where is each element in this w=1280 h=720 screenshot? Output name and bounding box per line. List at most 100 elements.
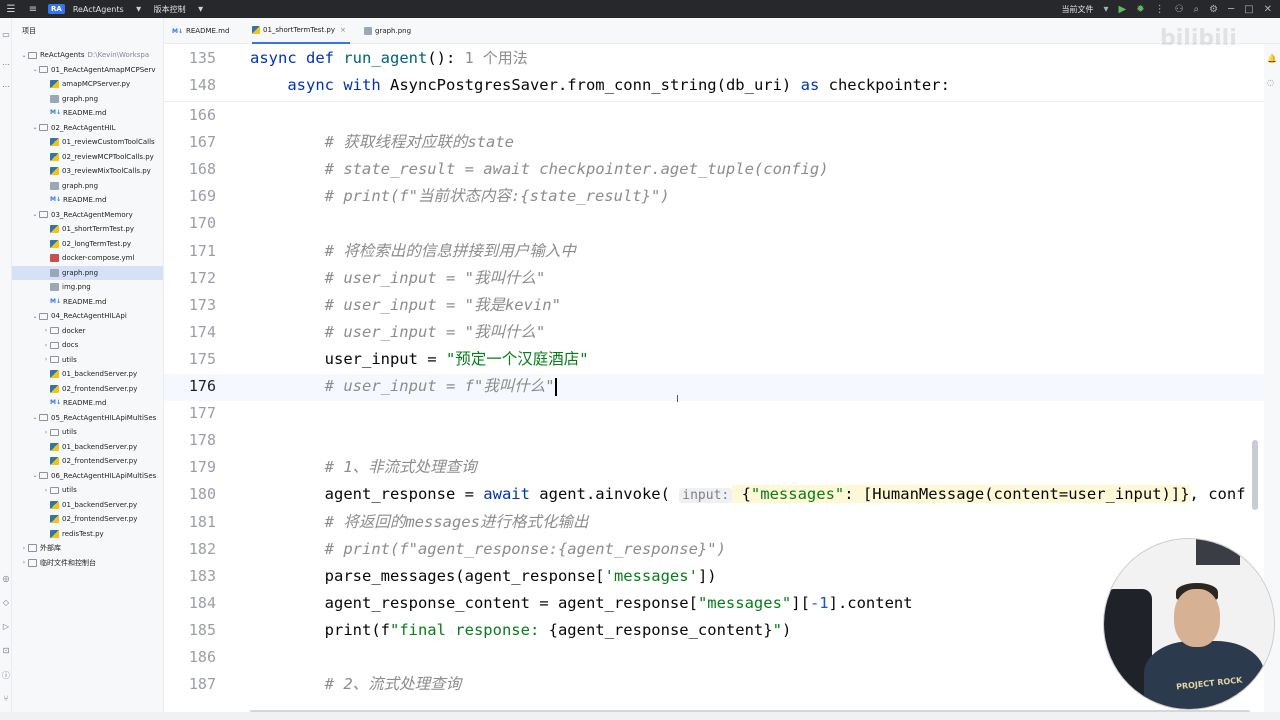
tree-item[interactable]: ⌄ 06_ReActAgentHILApiMultiSes (12, 469, 163, 483)
tree-item[interactable]: › utils (12, 483, 163, 497)
chevron-right-icon[interactable]: › (42, 342, 50, 349)
chevron-right-icon[interactable]: › (20, 559, 28, 566)
main-menu-icon[interactable]: ≡ (26, 3, 40, 15)
tree-item[interactable]: › 临时文件和控制台 (12, 556, 163, 570)
ai-assistant-icon[interactable]: ◌ (1267, 78, 1274, 87)
collab-icon[interactable]: ⚇ (1175, 4, 1184, 15)
tree-item[interactable]: graph.png (12, 92, 163, 106)
tree-item[interactable]: 01_backendServer.py (12, 498, 163, 512)
tree-item[interactable]: 03_reviewMixToolCalls.py (12, 164, 163, 178)
code-line[interactable]: user_input = "预定一个汉庭酒店" (250, 346, 589, 373)
vertical-scrollbar[interactable] (1252, 440, 1258, 510)
tree-item[interactable]: 02_reviewMCPToolCalls.py (12, 150, 163, 164)
code-line[interactable]: # 1、非流式处理查询 (250, 454, 477, 481)
debug-icon[interactable]: ✹ (1136, 4, 1144, 15)
chevron-right-icon[interactable]: › (42, 487, 50, 494)
sticky-code-line[interactable]: async def run_agent(): 1 个用法 (250, 45, 528, 72)
tree-item[interactable]: docker-compose.yml (12, 251, 163, 265)
code-line[interactable]: # user_input = "我叫什么" (250, 319, 546, 346)
tree-item[interactable]: 01_backendServer.py (12, 440, 163, 454)
tree-item[interactable]: 02_frontendServer.py (12, 512, 163, 526)
code-line[interactable]: # user_input = "我叫什么" (250, 265, 546, 292)
code-line[interactable]: # 将检索出的信息拼接到用户输入中 (250, 238, 576, 265)
code-line[interactable]: # 获取线程对应联的state (250, 129, 514, 156)
chevron-down-icon[interactable]: ⌄ (31, 414, 39, 421)
structure-tool-icon[interactable]: ⋯ (1, 60, 11, 70)
tree-item[interactable]: › utils (12, 353, 163, 367)
code-editor[interactable]: 166 167 # 获取线程对应联的state 168 # state_result… (164, 44, 1264, 712)
code-line[interactable]: parse_messages(agent_response['messages'… (250, 563, 717, 590)
terminal-icon[interactable]: ⊡ (1, 646, 11, 656)
tab-readme[interactable]: M↓ README.md (172, 18, 229, 44)
tree-item[interactable]: M↓ README.md (12, 295, 163, 309)
code-line[interactable]: # 将返回的messages进行格式化输出 (250, 509, 589, 536)
run-tool-icon[interactable]: ▷ (1, 622, 11, 632)
layers-icon[interactable]: ◇ (1, 598, 11, 608)
chevron-down-icon[interactable]: ⌄ (20, 52, 28, 59)
code-line[interactable]: # 2、流式处理查询 (250, 671, 462, 698)
tree-item[interactable]: redisTest.py (12, 527, 163, 541)
close-icon[interactable]: ✕ (1264, 4, 1272, 15)
code-line[interactable]: # user_input = "我是kevin" (250, 292, 561, 319)
project-tool-icon[interactable]: ▭ (1, 30, 11, 40)
tree-item[interactable]: 01_backendServer.py (12, 367, 163, 381)
tree-item[interactable]: ⌄ 01_ReActAgentAmapMCPServ (12, 63, 163, 77)
tree-item[interactable]: M↓ README.md (12, 396, 163, 410)
tree-item[interactable]: ⌄ 04_ReActAgentHILApi (12, 309, 163, 323)
sticky-code-line[interactable]: async with AsyncPostgresSaver.from_conn_… (250, 72, 950, 99)
tree-item[interactable]: graph.png (12, 179, 163, 193)
chevron-down-icon[interactable]: ▾ (194, 3, 208, 15)
chevron-down-icon[interactable]: ▾ (1103, 4, 1108, 15)
tree-item[interactable]: 02_longTermTest.py (12, 237, 163, 251)
vcs-menu[interactable]: 版本控制 (154, 4, 186, 15)
chevron-right-icon[interactable]: › (20, 545, 28, 552)
chevron-down-icon[interactable]: ⌄ (31, 211, 39, 218)
tree-item[interactable]: › 外部库 (12, 541, 163, 555)
code-line[interactable]: agent_response_content = agent_response[… (250, 590, 913, 617)
tree-item[interactable]: ⌄ 05_ReActAgentHILApiMultiSes (12, 411, 163, 425)
tree-item[interactable]: amapMCPServer.py (12, 77, 163, 91)
code-line[interactable]: # user_input = f"我叫什么" (250, 373, 557, 400)
run-icon[interactable]: ▶ (1118, 4, 1126, 15)
code-line[interactable]: print(f"final response: {agent_response_… (250, 617, 792, 644)
python-packages-icon[interactable]: ◎ (1, 574, 11, 584)
chevron-right-icon[interactable]: › (42, 356, 50, 363)
tab-shortterm-test[interactable]: 01_shortTermTest.py × (252, 18, 350, 44)
code-line[interactable]: # print(f"agent_response:{agent_response… (250, 536, 726, 563)
chevron-down-icon[interactable]: ▾ (132, 3, 146, 15)
code-line[interactable]: # state_result = await checkpointer.aget… (250, 156, 829, 183)
tree-item[interactable]: ⌄ ReActAgents D:\Kevin\Workspa (12, 48, 163, 62)
code-line[interactable]: # print(f"当前状态内容:{state_result}") (250, 183, 670, 210)
git-icon[interactable]: ⑂ (1, 694, 11, 704)
tree-item[interactable]: ⌄ 02_ReActAgentHIL (12, 121, 163, 135)
tree-item[interactable]: › utils (12, 425, 163, 439)
tree-item[interactable]: › docker (12, 324, 163, 338)
tree-item[interactable]: 01_shortTermTest.py (12, 222, 163, 236)
sticky-scroll-header[interactable]: 135 async def run_agent(): 1 个用法 148 async… (164, 44, 1264, 102)
tree-item[interactable]: 02_frontendServer.py (12, 454, 163, 468)
chevron-down-icon[interactable]: ⌄ (31, 66, 39, 73)
code-line[interactable]: agent_response = await agent.ainvoke( in… (250, 481, 1246, 508)
close-tab-icon[interactable]: × (340, 26, 346, 34)
tree-item[interactable]: › docs (12, 338, 163, 352)
tree-item[interactable]: 02_frontendServer.py (12, 382, 163, 396)
search-icon[interactable]: ⌕ (1194, 4, 1200, 15)
notifications-icon[interactable]: 🔔 (1267, 54, 1277, 63)
minimize-icon[interactable]: ─ (1228, 4, 1234, 15)
tree-item[interactable]: img.png (12, 280, 163, 294)
maximize-icon[interactable]: □ (1244, 4, 1253, 15)
chevron-down-icon[interactable]: ⌄ (31, 472, 39, 479)
tree-item[interactable]: ⌄ 03_ReActAgentMemory (12, 208, 163, 222)
hamburger-menu-icon[interactable]: ☰ (4, 3, 18, 15)
tree-item[interactable]: graph.png (12, 265, 163, 280)
tab-graph-png[interactable]: graph.png (364, 18, 411, 44)
tree-item[interactable]: M↓ README.md (12, 193, 163, 207)
project-name[interactable]: ReActAgents (73, 5, 124, 14)
tree-item[interactable]: M↓ README.md (12, 106, 163, 120)
chevron-right-icon[interactable]: › (42, 327, 50, 334)
more-tools-icon[interactable]: ⋯ (1, 82, 11, 92)
chevron-down-icon[interactable]: ⌄ (31, 124, 39, 131)
settings-icon[interactable]: ⚙ (1209, 4, 1218, 15)
project-badge[interactable]: RA (48, 4, 65, 14)
chevron-down-icon[interactable]: ⌄ (31, 313, 39, 320)
